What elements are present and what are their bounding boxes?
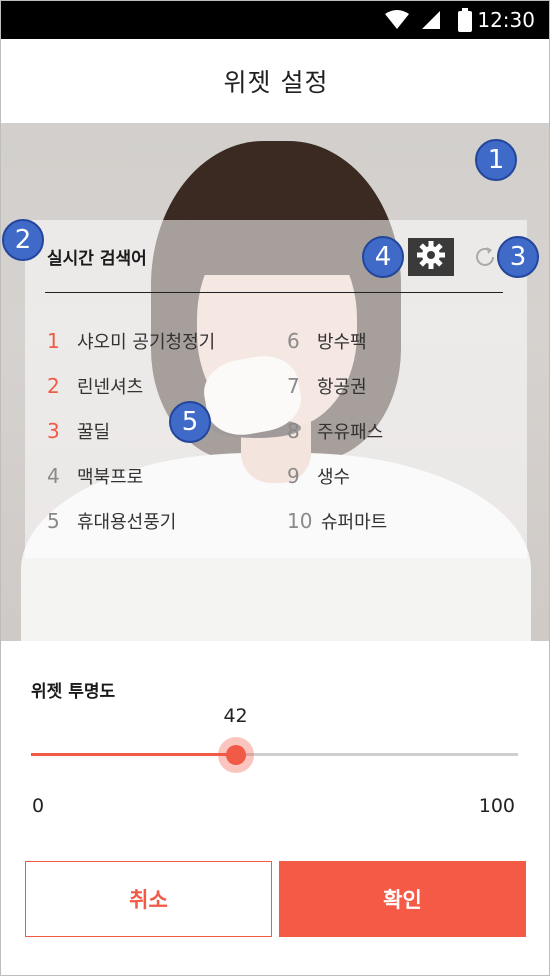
- keyword-rank: 2: [47, 373, 60, 398]
- status-bar: 12:30: [1, 1, 549, 39]
- keyword-item[interactable]: 6 방수팩: [287, 318, 387, 363]
- keyword-rank: 6: [287, 328, 300, 353]
- callout-marker-1: 1: [475, 139, 517, 181]
- keyword-text: 샤오미 공기청정기: [77, 331, 216, 353]
- opacity-slider-thumb[interactable]: [225, 745, 246, 765]
- keyword-text: 휴대용선풍기: [77, 511, 177, 533]
- opacity-slider-track[interactable]: [31, 753, 518, 756]
- keyword-text: 맥북프로: [77, 466, 144, 488]
- keyword-rank: 4: [47, 463, 60, 488]
- keyword-text: 린넨셔츠: [77, 376, 144, 398]
- gear-icon: [416, 240, 446, 274]
- refresh-icon[interactable]: [472, 244, 498, 270]
- search-rank-widget[interactable]: 실시간 검색어 1 샤오미 공기청정기 2 린넨셔츠 3 꿀딜 4 맥북프로 5…: [25, 220, 527, 558]
- keyword-text: 주유패스: [317, 421, 384, 443]
- opacity-value: 42: [223, 705, 248, 727]
- keyword-text: 생수: [317, 466, 351, 488]
- app-header: 위젯 설정: [1, 39, 549, 123]
- callout-marker-3: 3: [497, 236, 539, 278]
- opacity-max-label: 100: [478, 795, 515, 817]
- opacity-min-label: 0: [32, 795, 45, 817]
- callout-marker-5: 5: [169, 401, 211, 443]
- callout-marker-4: 4: [362, 236, 404, 278]
- opacity-slider-fill: [31, 753, 236, 756]
- keyword-item[interactable]: 1 샤오미 공기청정기: [47, 318, 215, 363]
- screen: 12:30 위젯 설정 실시간 검색어 1 샤오미 공기청정기 2 린넨셔츠 3…: [0, 0, 550, 976]
- keyword-rank: 5: [47, 508, 60, 533]
- opacity-label: 위젯 투명도: [31, 682, 116, 702]
- keyword-text: 슈퍼마트: [321, 511, 388, 533]
- keyword-item[interactable]: 4 맥북프로: [47, 453, 215, 498]
- confirm-button[interactable]: 확인: [279, 861, 526, 937]
- keyword-list-right: 6 방수팩 7 항공권 8 주유패스 9 생수 10 슈퍼마트: [287, 318, 387, 543]
- keyword-item[interactable]: 5 휴대용선풍기: [47, 498, 215, 543]
- widget-title: 실시간 검색어: [47, 249, 147, 269]
- widget-divider: [45, 292, 503, 293]
- keyword-item[interactable]: 9 생수: [287, 453, 387, 498]
- keyword-text: 방수팩: [317, 331, 367, 353]
- keyword-rank: 1: [47, 328, 60, 353]
- keyword-item[interactable]: 8 주유패스: [287, 408, 387, 453]
- keyword-rank: 9: [287, 463, 300, 488]
- cancel-button[interactable]: 취소: [25, 861, 272, 937]
- page-title: 위젯 설정: [223, 68, 329, 97]
- status-time: 12:30: [477, 8, 535, 32]
- callout-marker-2: 2: [2, 219, 44, 261]
- wifi-icon: [384, 1, 410, 39]
- widget-settings-button[interactable]: [408, 238, 454, 276]
- keyword-text: 항공권: [317, 376, 367, 398]
- keyword-item[interactable]: 10 슈퍼마트: [287, 498, 387, 543]
- cell-signal-icon: [420, 1, 442, 39]
- keyword-rank: 10: [287, 508, 313, 533]
- keyword-text: 꿀딜: [77, 421, 111, 443]
- battery-icon: [458, 1, 472, 39]
- keyword-rank: 8: [287, 418, 300, 443]
- keyword-item[interactable]: 7 항공권: [287, 363, 387, 408]
- keyword-rank: 3: [47, 418, 60, 443]
- keyword-rank: 7: [287, 373, 300, 398]
